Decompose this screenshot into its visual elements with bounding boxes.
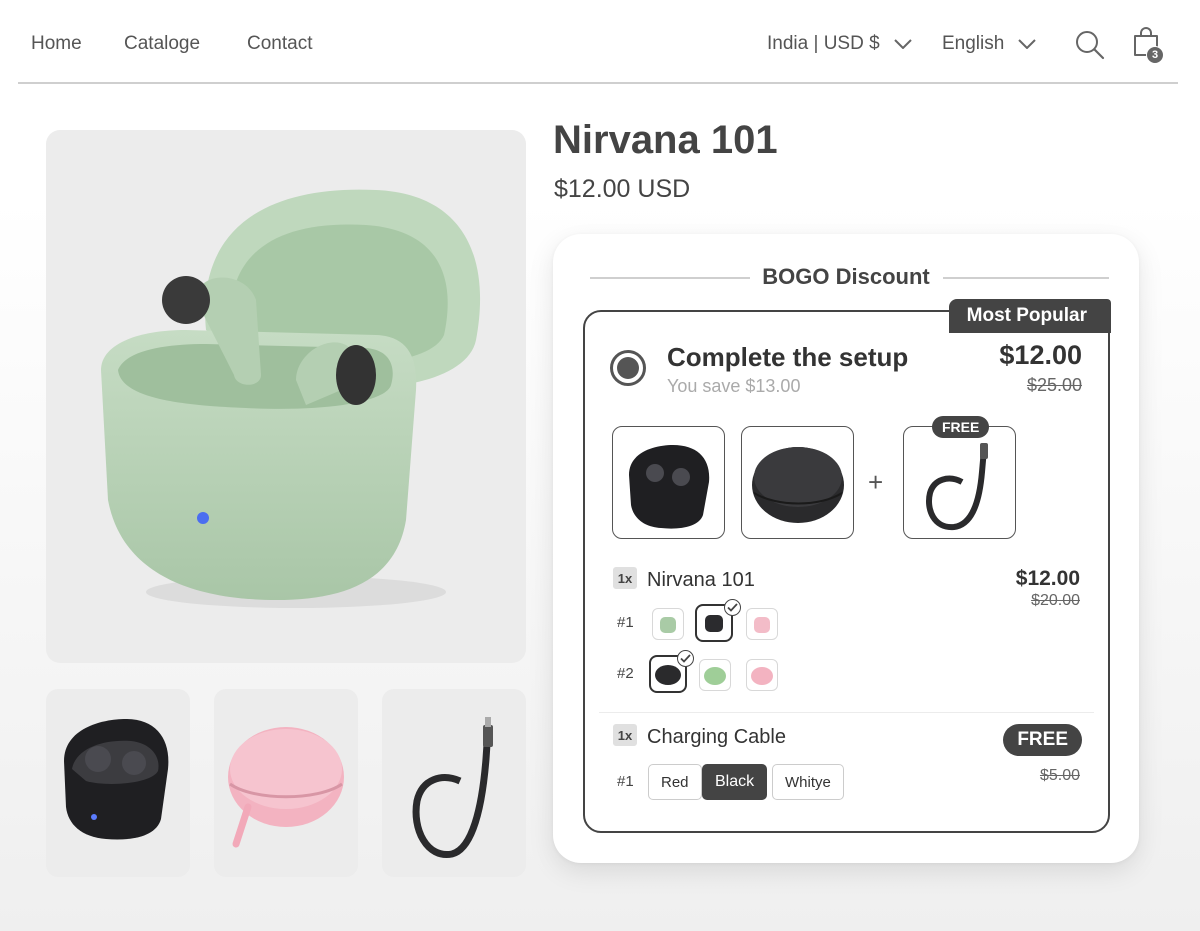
green-earbuds-case-image (101, 189, 481, 608)
pink-case-image (228, 727, 344, 848)
swatch-pink[interactable] (746, 608, 778, 640)
check-icon (724, 599, 741, 616)
bogo-discount-card: BOGO Discount Most Popular Complete the … (553, 234, 1139, 863)
offer-name: Complete the setup (667, 342, 909, 372)
region-currency-label: India | USD $ (767, 33, 880, 54)
pink-earbuds-thumb (754, 617, 770, 633)
thumbnail-cable[interactable] (382, 689, 526, 877)
free-gift-tag: FREE (932, 416, 990, 438)
line-item-name: Nirvana 101 (647, 569, 755, 591)
bundle-earbuds-image (612, 426, 725, 539)
charging-cable-image (926, 443, 988, 531)
line-item-original-price: $20.00 (1031, 592, 1080, 609)
product-price: $12.00 USD (554, 175, 691, 203)
charging-cable-image (412, 717, 493, 858)
line-item-price: $12.00 (1015, 567, 1080, 590)
top-nav: Home Cataloge Contact India | USD $ Engl… (0, 0, 1200, 84)
line-item-free-badge: FREE (1003, 724, 1082, 756)
thumbnail-pink-case[interactable] (214, 689, 358, 877)
line-item-divider (599, 712, 1094, 713)
swatch-green-case[interactable] (699, 659, 731, 691)
swatch-pink-case[interactable] (746, 659, 778, 691)
black-earbuds-case-image (629, 445, 710, 529)
bundle-plus-sign: + (868, 467, 884, 497)
language-selector[interactable]: English (942, 33, 1037, 55)
region-currency-selector[interactable]: India | USD $ (767, 33, 912, 55)
cable-option-black-selected[interactable]: Black (702, 764, 768, 800)
check-icon (677, 650, 694, 667)
nav-cataloge-link[interactable]: Cataloge (124, 33, 200, 55)
bundle-offer-option[interactable]: Most Popular Complete the setup You save… (583, 299, 1111, 833)
black-earbuds-case-image (64, 719, 169, 840)
bundle-case-image (741, 426, 854, 539)
offer-savings: You save $13.00 (667, 376, 801, 396)
most-popular-badge: Most Popular (948, 299, 1111, 333)
product-title: Nirvana 101 (553, 118, 778, 162)
chevron-down-icon (893, 39, 912, 49)
green-case-thumb (704, 667, 726, 685)
quantity-badge: 1x (613, 724, 637, 746)
main-product-image[interactable] (46, 130, 526, 663)
offer-radio-selected[interactable] (610, 350, 646, 386)
swatch-green[interactable] (652, 608, 684, 640)
offer-price: $12.00 (999, 340, 1082, 370)
header-divider (18, 82, 1178, 84)
offer-original-price: $25.00 (1026, 375, 1082, 395)
search-icon[interactable] (1075, 30, 1105, 60)
black-case-image (752, 447, 844, 523)
variant-label: #1 (617, 614, 634, 631)
variant-label: #1 (617, 773, 634, 790)
language-label: English (942, 33, 1005, 54)
cart-count-badge: 3 (1146, 46, 1164, 64)
line-item-name: Charging Cable (647, 726, 786, 748)
variant-label: #2 (617, 665, 634, 682)
pink-case-thumb (751, 667, 773, 685)
bogo-heading: BOGO Discount (754, 264, 938, 289)
cable-option-white[interactable]: Whitye (772, 764, 844, 800)
green-earbuds-thumb (660, 617, 676, 633)
nav-home-link[interactable]: Home (31, 33, 82, 55)
line-item-original-price: $5.00 (1039, 767, 1080, 784)
bundle-cable-image (903, 426, 1016, 539)
thumbnail-black-earbuds[interactable] (46, 689, 190, 877)
nav-contact-link[interactable]: Contact (247, 33, 312, 55)
cable-option-red[interactable]: Red (648, 764, 702, 800)
quantity-badge: 1x (613, 567, 637, 589)
chevron-down-icon (1018, 39, 1037, 49)
